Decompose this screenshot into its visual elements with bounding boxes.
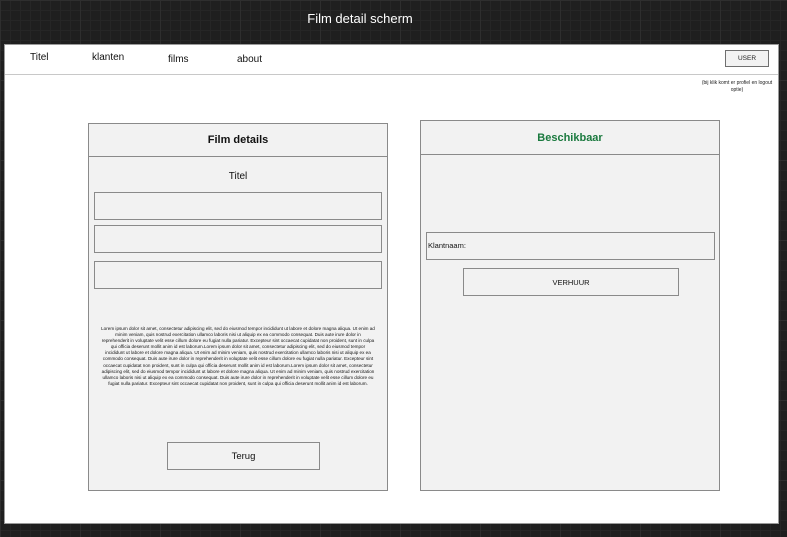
nav-item-about[interactable]: about <box>237 54 262 65</box>
film-details-header: Film details <box>89 124 387 157</box>
nav-item-titel[interactable]: Titel <box>30 52 49 63</box>
film-title-heading: Titel <box>228 171 248 182</box>
back-button[interactable]: Terug <box>167 442 320 470</box>
film-field-2[interactable] <box>94 225 382 253</box>
user-menu-note: (bij klik komt er profiel en logout opti… <box>701 80 773 93</box>
availability-panel: Beschikbaar Klantnaam: VERHUUR <box>420 120 720 491</box>
user-button[interactable]: USER <box>725 50 769 67</box>
app-frame: Titel klanten films about USER (bij klik… <box>4 44 779 524</box>
nav-item-klanten[interactable]: klanten <box>92 52 124 63</box>
film-field-1[interactable] <box>94 192 382 220</box>
film-description: Lorem ipsum dolor sit amet, consectetur … <box>101 326 375 386</box>
film-details-panel: Film details Titel Lorem ipsum dolor sit… <box>88 123 388 491</box>
customer-name-label: Klantnaam: <box>428 241 466 250</box>
film-field-3[interactable] <box>94 261 382 289</box>
rent-button[interactable]: VERHUUR <box>463 268 679 296</box>
nav-item-films[interactable]: films <box>168 54 189 65</box>
availability-header: Beschikbaar <box>421 121 719 155</box>
top-navigation: Titel klanten films about USER <box>5 45 778 75</box>
page-title: Film detail scherm <box>307 11 413 26</box>
customer-name-field[interactable]: Klantnaam: <box>426 232 715 260</box>
